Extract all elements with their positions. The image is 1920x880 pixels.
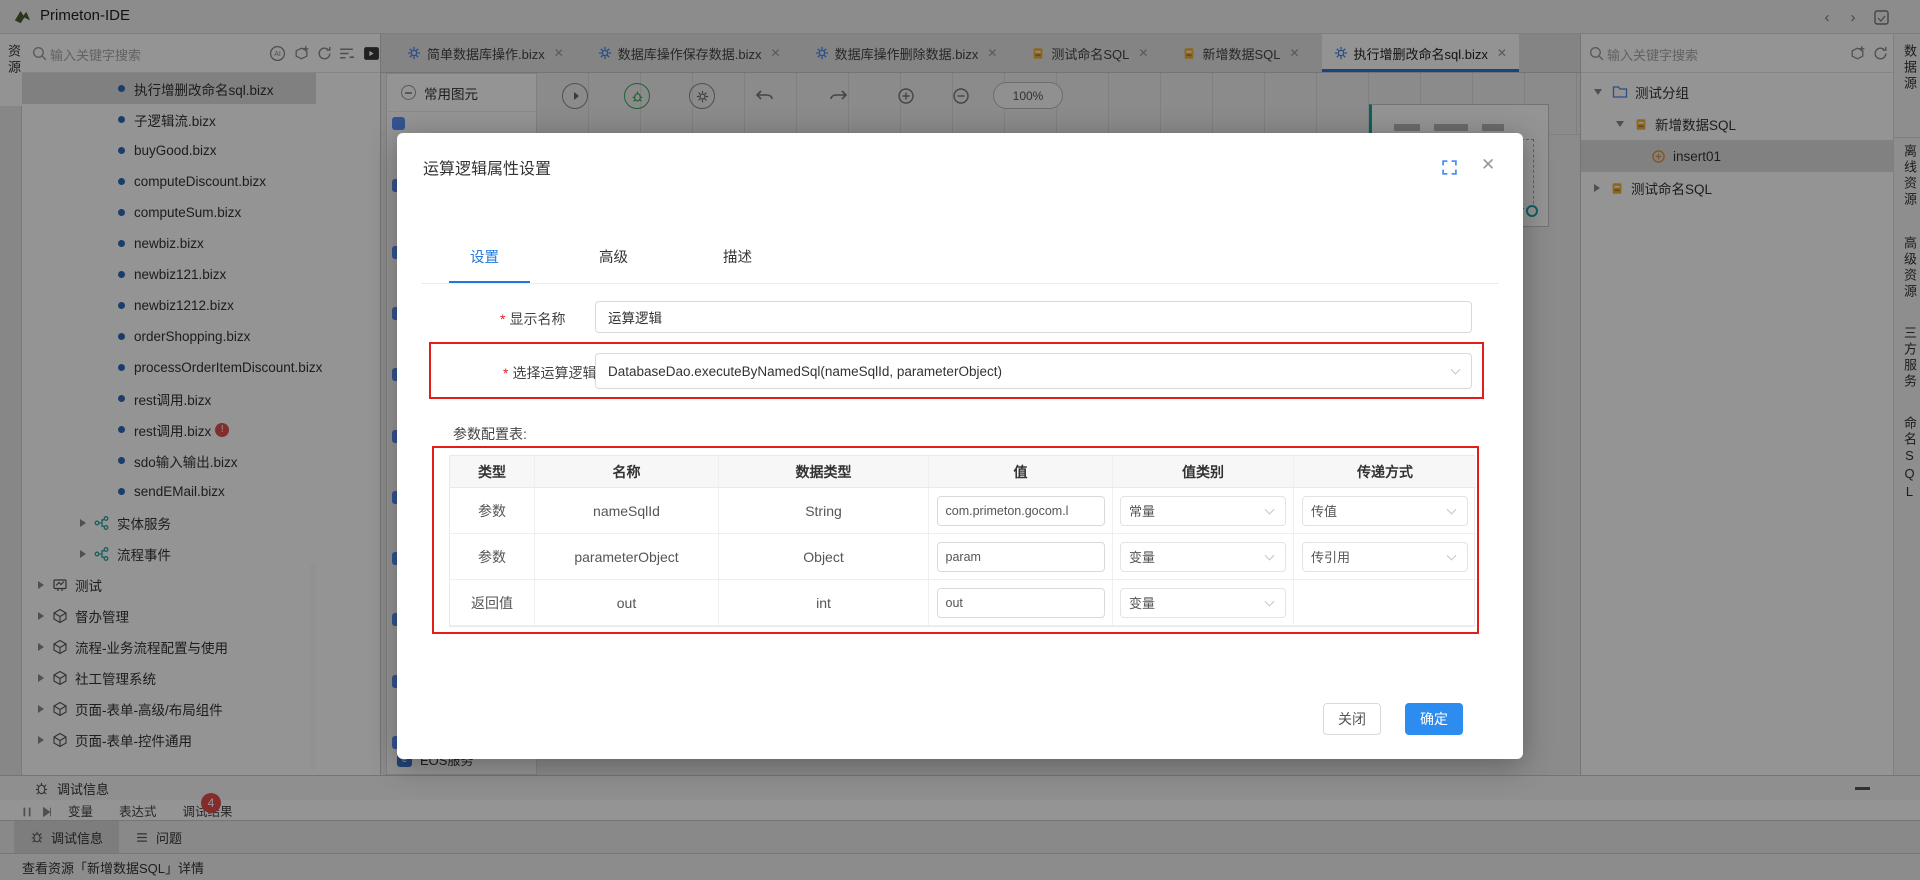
value-class-select[interactable]: 变量 (1120, 542, 1286, 572)
param-passmode-cell: 传引用 (1294, 534, 1476, 580)
chevron-down-icon (1265, 596, 1275, 606)
chevron-down-icon (1265, 550, 1275, 560)
chevron-down-icon (1447, 550, 1457, 560)
chevron-down-icon (1265, 504, 1275, 514)
param-type-cell: 参数 (450, 488, 535, 534)
param-name-cell: parameterObject (535, 534, 719, 580)
properties-modal: 运算逻辑属性设置 ✕ 设置 高级 描述 *显示名称 运算逻辑 *选择运算逻辑 D… (397, 133, 1523, 759)
param-type-cell: 返回值 (450, 580, 535, 626)
column-header: 类型 (450, 456, 535, 488)
fullscreen-icon[interactable] (1441, 159, 1458, 176)
param-value-cell: param (929, 534, 1113, 580)
modal-tab-settings[interactable]: 设置 (470, 246, 499, 267)
display-name-input[interactable]: 运算逻辑 (595, 301, 1472, 333)
param-dtype-cell: int (719, 580, 929, 626)
display-name-label: *显示名称 (500, 309, 565, 329)
modal-title: 运算逻辑属性设置 (423, 155, 551, 179)
param-table-header-row: 类型名称数据类型值值类别传递方式 (450, 456, 1474, 488)
param-table-label: 参数配置表: (453, 424, 527, 444)
pass-mode-select[interactable]: 传引用 (1302, 542, 1468, 572)
required-mark: * (500, 311, 505, 327)
param-dtype-cell: Object (719, 534, 929, 580)
param-valueclass-cell: 变量 (1113, 580, 1294, 626)
param-table-row: 参数nameSqlIdString com.primeton.gocom.l 常量传… (450, 488, 1474, 534)
column-header: 值类别 (1113, 456, 1294, 488)
param-table: 类型名称数据类型值值类别传递方式参数nameSqlIdStringcom.pri… (449, 455, 1475, 627)
close-icon[interactable]: ✕ (1481, 155, 1495, 175)
value-class-select[interactable]: 常量 (1120, 496, 1286, 526)
close-button[interactable]: 关闭 (1323, 703, 1381, 735)
param-value-input[interactable]: out (937, 588, 1105, 618)
param-value-cell: out (929, 580, 1113, 626)
param-value-input[interactable]: com.primeton.gocom.l (937, 496, 1105, 526)
chevron-down-icon (1447, 504, 1457, 514)
param-name-cell: nameSqlId (535, 488, 719, 534)
tabs-divider (421, 283, 1499, 284)
pass-mode-select[interactable]: 传值 (1302, 496, 1468, 526)
param-dtype-cell: String (719, 488, 929, 534)
modal-tab-advanced[interactable]: 高级 (599, 246, 628, 267)
column-header: 数据类型 (719, 456, 929, 488)
confirm-button[interactable]: 确定 (1405, 703, 1463, 735)
param-passmode-cell (1294, 580, 1476, 626)
param-valueclass-cell: 变量 (1113, 534, 1294, 580)
column-header: 名称 (535, 456, 719, 488)
param-passmode-cell: 传值 (1294, 488, 1476, 534)
logic-select-label: *选择运算逻辑 (503, 363, 596, 383)
modal-tab-description[interactable]: 描述 (723, 246, 752, 267)
required-mark: * (503, 365, 508, 381)
logic-select[interactable]: DatabaseDao.executeByNamedSql(nameSqlId,… (595, 353, 1472, 389)
chevron-down-icon (1451, 365, 1461, 375)
param-type-cell: 参数 (450, 534, 535, 580)
param-value-input[interactable]: param (937, 542, 1105, 572)
logic-select-value: DatabaseDao.executeByNamedSql(nameSqlId,… (608, 364, 1002, 379)
param-table-row: 返回值outintout变量 (450, 580, 1474, 626)
param-table-row: 参数parameterObjectObject param 变量传引用 (450, 534, 1474, 580)
param-name-cell: out (535, 580, 719, 626)
value-class-select[interactable]: 变量 (1120, 588, 1286, 618)
param-valueclass-cell: 常量 (1113, 488, 1294, 534)
column-header: 值 (929, 456, 1113, 488)
param-value-cell: com.primeton.gocom.l (929, 488, 1113, 534)
column-header: 传递方式 (1294, 456, 1476, 488)
